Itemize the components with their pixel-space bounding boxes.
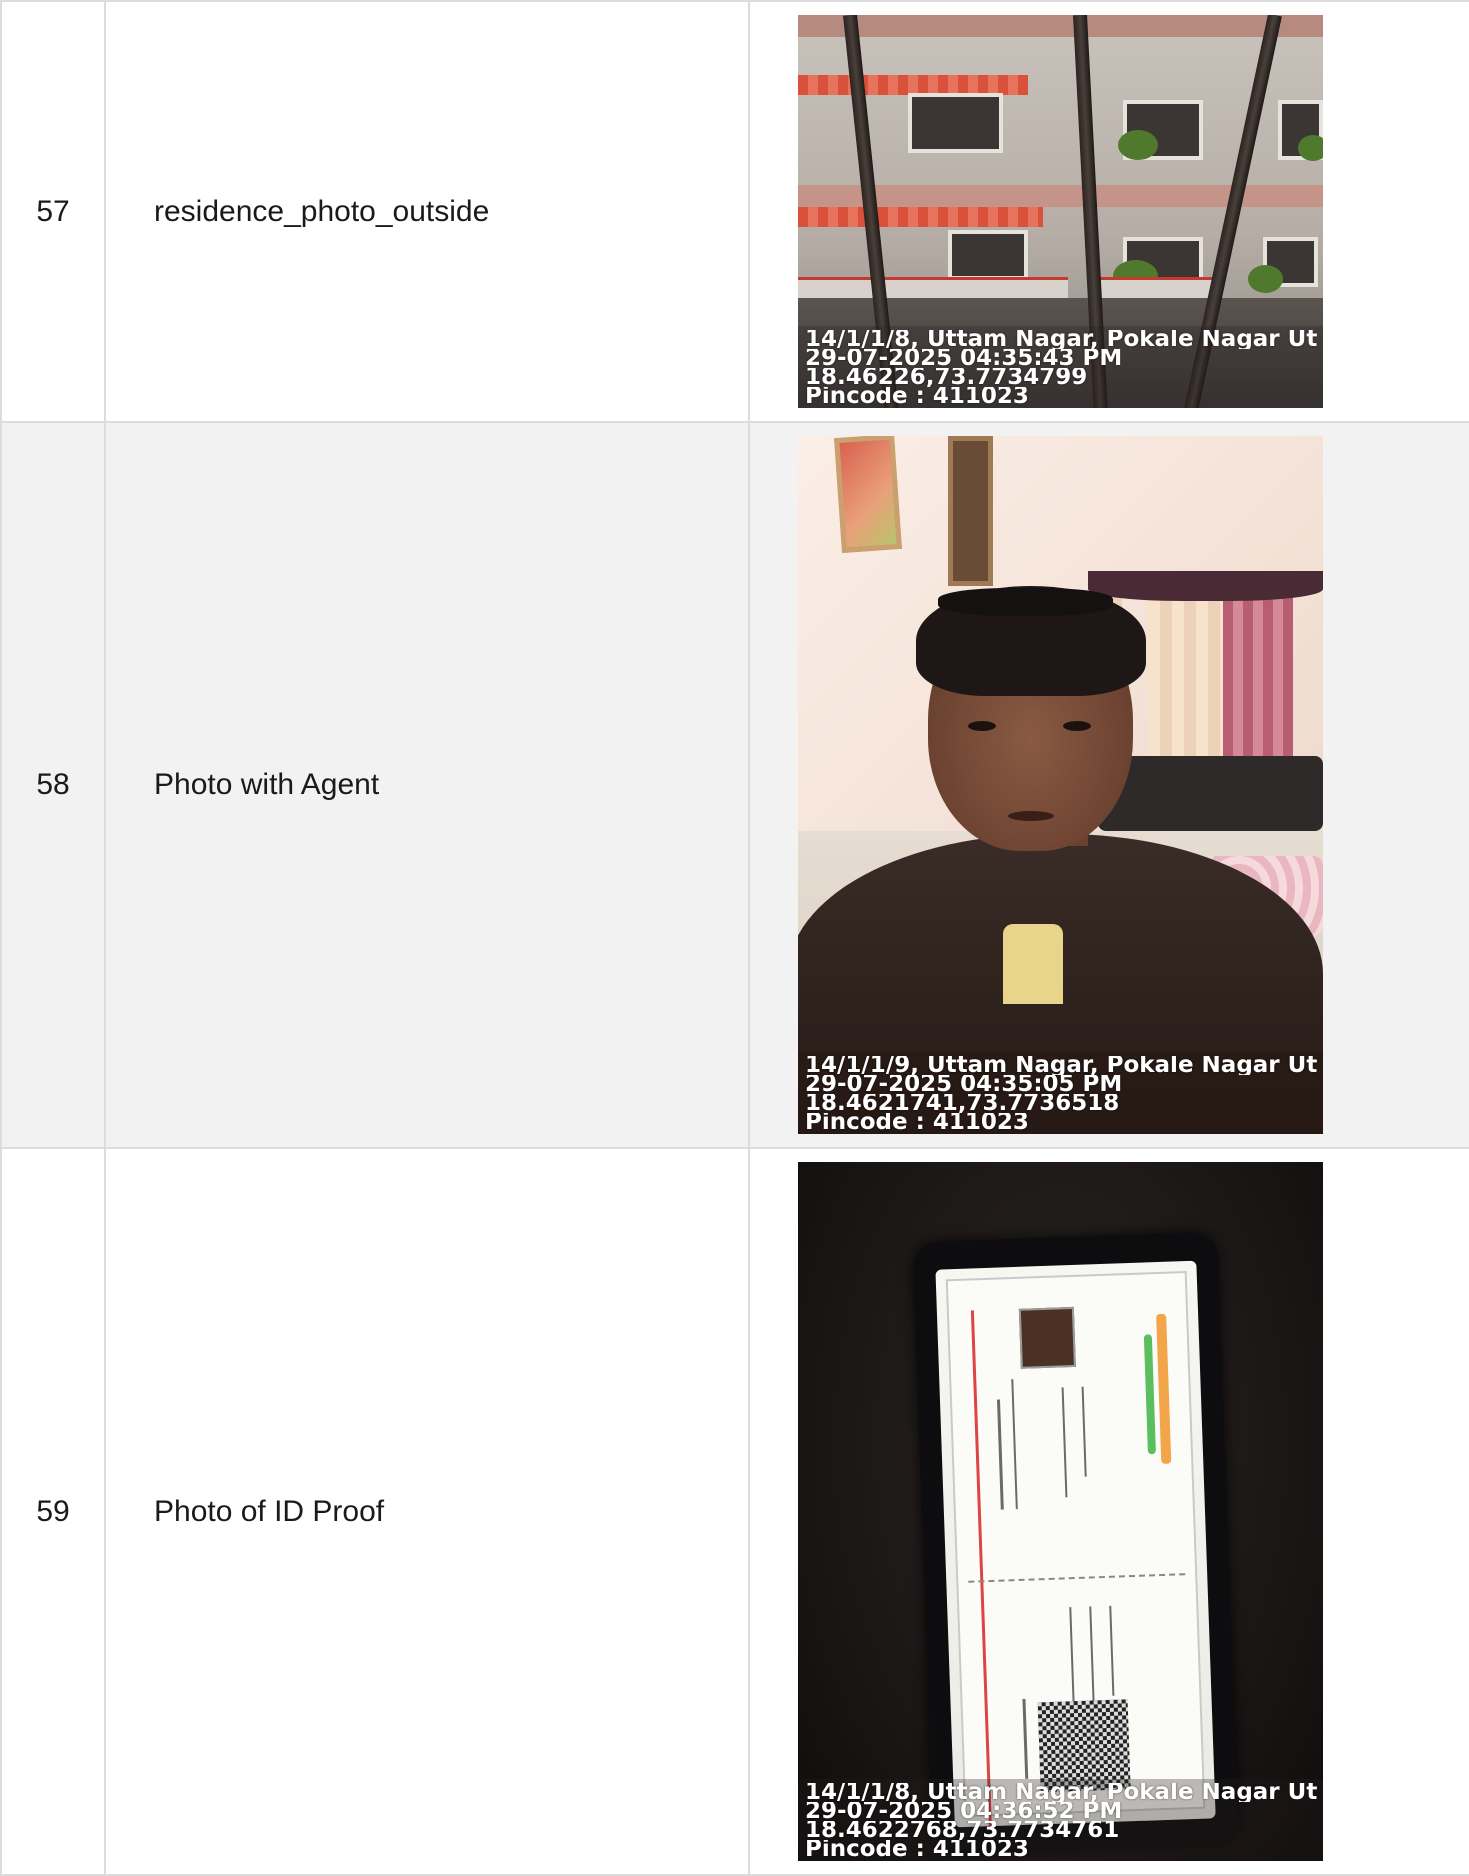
stamp-address: 14/1/1/8, Uttam Nagar, Pokale Nagar Utta…	[805, 330, 1317, 349]
stamp-datetime: 29-07-2025 04:36:52 PM	[805, 1802, 1123, 1821]
row-number: 57	[0, 0, 106, 423]
photo-geotag-stamp: 14/1/1/8, Uttam Nagar, Pokale Nagar Utta…	[798, 1779, 1323, 1861]
stamp-pincode: Pincode : 411023	[805, 1113, 1029, 1132]
phone-image	[912, 1231, 1239, 1853]
row-number: 58	[0, 421, 106, 1149]
photo-geotag-stamp: 14/1/1/9, Uttam Nagar, Pokale Nagar Utta…	[798, 1052, 1323, 1134]
photo-cell: 14/1/1/8, Uttam Nagar, Pokale Nagar Utta…	[748, 0, 1469, 423]
stamp-datetime: 29-07-2025 04:35:43 PM	[805, 349, 1123, 368]
stamp-datetime: 29-07-2025 04:35:05 PM	[805, 1075, 1123, 1094]
stamp-coordinates: 18.46226,73.7734799	[805, 368, 1088, 387]
photo-cell: 14/1/1/9, Uttam Nagar, Pokale Nagar Utta…	[748, 421, 1469, 1149]
table-row: 59 Photo of ID Proof 14/1/1/8, Uttam Nag…	[0, 1147, 1469, 1876]
stamp-address: 14/1/1/9, Uttam Nagar, Pokale Nagar Utta…	[805, 1056, 1317, 1075]
id-card-image	[945, 1270, 1206, 1828]
row-label: residence_photo_outside	[104, 0, 750, 423]
residence-outside-photo[interactable]: 14/1/1/8, Uttam Nagar, Pokale Nagar Utta…	[798, 15, 1323, 408]
stamp-address: 14/1/1/8, Uttam Nagar, Pokale Nagar Utta…	[805, 1783, 1317, 1802]
photo-cell: 14/1/1/8, Uttam Nagar, Pokale Nagar Utta…	[748, 1147, 1469, 1876]
stamp-pincode: Pincode : 411023	[805, 387, 1029, 406]
document-photo-table: 57 residence_photo_outside 14/1/1/8, Utt…	[0, 0, 1469, 1876]
stamp-coordinates: 18.4621741,73.7736518	[805, 1094, 1120, 1113]
photo-geotag-stamp: 14/1/1/8, Uttam Nagar, Pokale Nagar Utta…	[798, 326, 1323, 408]
table-row: 58 Photo with Agent 14/1/1/9, Uttam Naga…	[0, 421, 1469, 1149]
stamp-coordinates: 18.4622768,73.7734761	[805, 1821, 1120, 1840]
table-row: 57 residence_photo_outside 14/1/1/8, Utt…	[0, 0, 1469, 423]
stamp-pincode: Pincode : 411023	[805, 1840, 1029, 1859]
agent-selfie-photo[interactable]: 14/1/1/9, Uttam Nagar, Pokale Nagar Utta…	[798, 436, 1323, 1134]
row-number: 59	[0, 1147, 106, 1876]
id-proof-photo[interactable]: 14/1/1/8, Uttam Nagar, Pokale Nagar Utta…	[798, 1162, 1323, 1861]
row-label: Photo of ID Proof	[104, 1147, 750, 1876]
row-label: Photo with Agent	[104, 421, 750, 1149]
